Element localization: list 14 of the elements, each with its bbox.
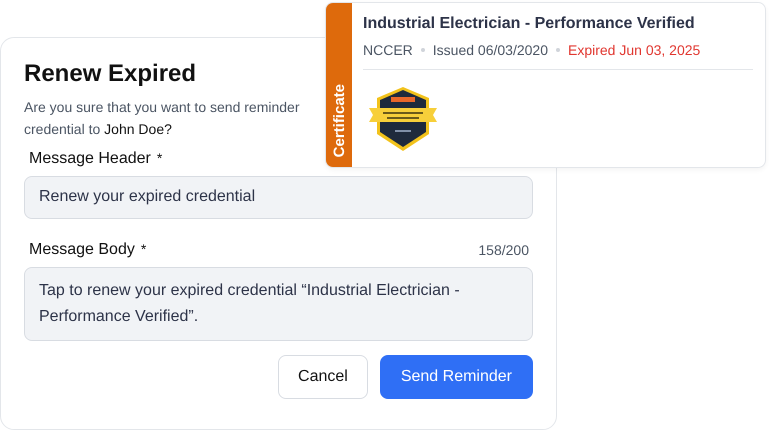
field-label: Message Header	[29, 150, 151, 167]
character-counter: 158/200	[478, 242, 529, 258]
required-mark: *	[140, 241, 146, 257]
send-reminder-button[interactable]: Send Reminder	[380, 355, 533, 399]
message-body-field[interactable]: Tap to renew your expired credential “Industrial Electrician - Performance Verified”.	[24, 267, 533, 341]
expiry-date: Expired Jun 03, 2025	[568, 42, 700, 58]
issued-date: Issued 06/03/2020	[432, 42, 548, 58]
required-mark: *	[156, 150, 162, 166]
issuer: NCCER	[363, 42, 413, 58]
message-header-field[interactable]: Renew your expired credential	[24, 176, 533, 219]
certificate-title: Industrial Electrician - Performance Verified	[363, 14, 696, 34]
cancel-button[interactable]: Cancel	[278, 355, 368, 399]
certificate-type-label: Certificate	[330, 84, 348, 157]
field-label: Message Body	[29, 241, 135, 258]
